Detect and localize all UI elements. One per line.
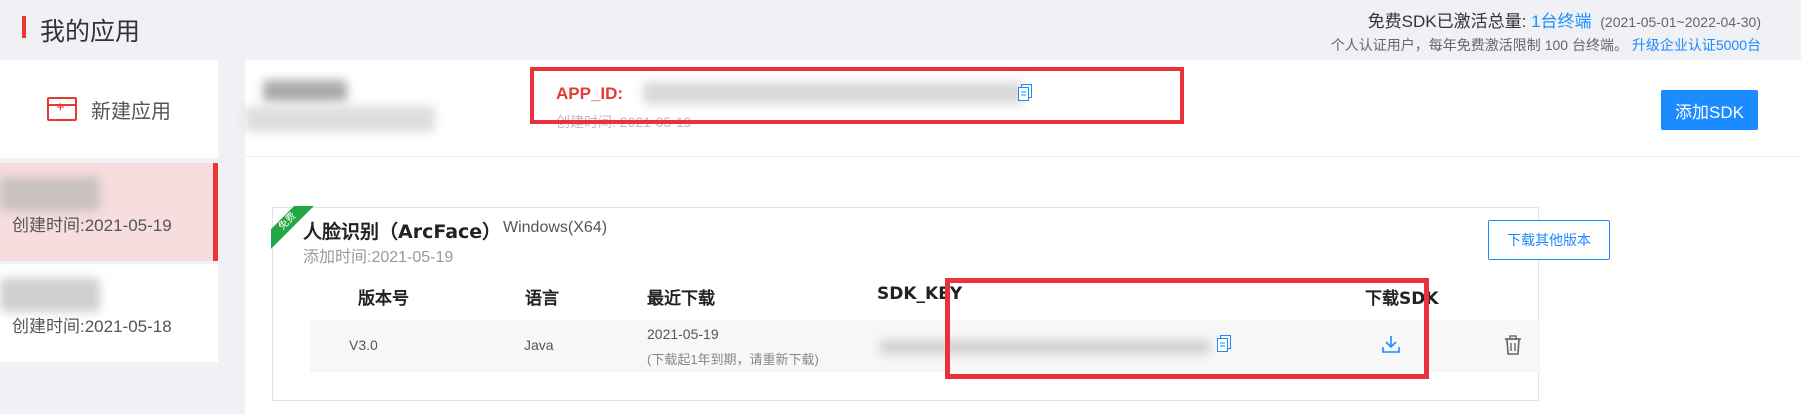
table-row: V3.0 Java 2021-05-19 (下载起1年到期，请重新下载) — [310, 320, 1540, 372]
app-created-time: 创建时间:2021-05-19 — [12, 216, 172, 235]
version-cell: V3.0 — [349, 337, 378, 353]
new-app-label: 新建应用 — [91, 100, 171, 123]
download-icon[interactable] — [1381, 334, 1401, 354]
title-accent-bar — [22, 16, 26, 38]
quota-label: 免费SDK已激活总量: — [1367, 12, 1527, 31]
sdk-card: 免费 人脸识别（ArcFace） Windows(X64) 添加时间:2021-… — [271, 206, 1610, 401]
col-last-download: 最近下载 — [647, 289, 715, 309]
app-desc-redacted — [245, 106, 435, 132]
quota-range: (2021-05-01~2022-04-30) — [1600, 14, 1761, 30]
main-panel: APP_ID: 创建时间: 2021-05-19 添加SDK 免费 人脸识别（A… — [245, 60, 1801, 414]
upgrade-link[interactable]: 升级企业认证5000台 — [1632, 37, 1761, 53]
sdk-key-redacted — [880, 340, 1210, 354]
col-sdk-key: SDK_KEY — [877, 284, 963, 304]
sidebar-app-item[interactable]: 创建时间:2021-05-18 — [0, 264, 218, 362]
quota-info: 免费SDK已激活总量: 1台终端 (2021-05-01~2022-04-30)… — [1331, 7, 1761, 55]
sidebar-app-item-active[interactable]: 创建时间:2021-05-19 — [0, 163, 218, 261]
add-sdk-button[interactable]: 添加SDK — [1661, 90, 1758, 130]
quota-note: 个人认证用户，每年免费激活限制 100 台终端。 — [1330, 37, 1628, 53]
sdk-title: 人脸识别（ArcFace） — [303, 221, 502, 243]
add-app-icon — [47, 97, 77, 121]
appid-highlight-box — [530, 67, 1184, 124]
app-name-redacted — [0, 278, 100, 312]
download-other-version-button[interactable]: 下载其他版本 — [1488, 220, 1610, 260]
col-download-sdk: 下载SDK — [1365, 289, 1439, 309]
last-download-cell: 2021-05-19 — [647, 326, 719, 342]
quota-value-link[interactable]: 1台终端 — [1531, 12, 1591, 31]
page-title: 我的应用 — [40, 17, 141, 46]
language-cell: Java — [524, 337, 554, 353]
app-name-redacted — [263, 80, 347, 102]
app-name-redacted — [0, 177, 100, 211]
trash-icon[interactable] — [1504, 335, 1522, 355]
new-app-button[interactable]: 新建应用 — [0, 60, 218, 158]
sidebar: 新建应用 创建时间:2021-05-19 创建时间:2021-05-18 — [0, 60, 218, 414]
sdk-added-time: 添加时间:2021-05-19 — [303, 249, 454, 266]
divider — [245, 156, 1801, 157]
col-language: 语言 — [525, 289, 559, 309]
page-header: 我的应用 免费SDK已激活总量: 1台终端 (2021-05-01~2022-0… — [0, 0, 1801, 58]
app-created-time: 创建时间:2021-05-18 — [12, 317, 172, 336]
copy-icon[interactable] — [1217, 335, 1231, 357]
col-version: 版本号 — [358, 289, 409, 309]
sdk-platform: Windows(X64) — [503, 219, 608, 236]
expiry-note: (下载起1年到期，请重新下载) — [647, 352, 819, 367]
